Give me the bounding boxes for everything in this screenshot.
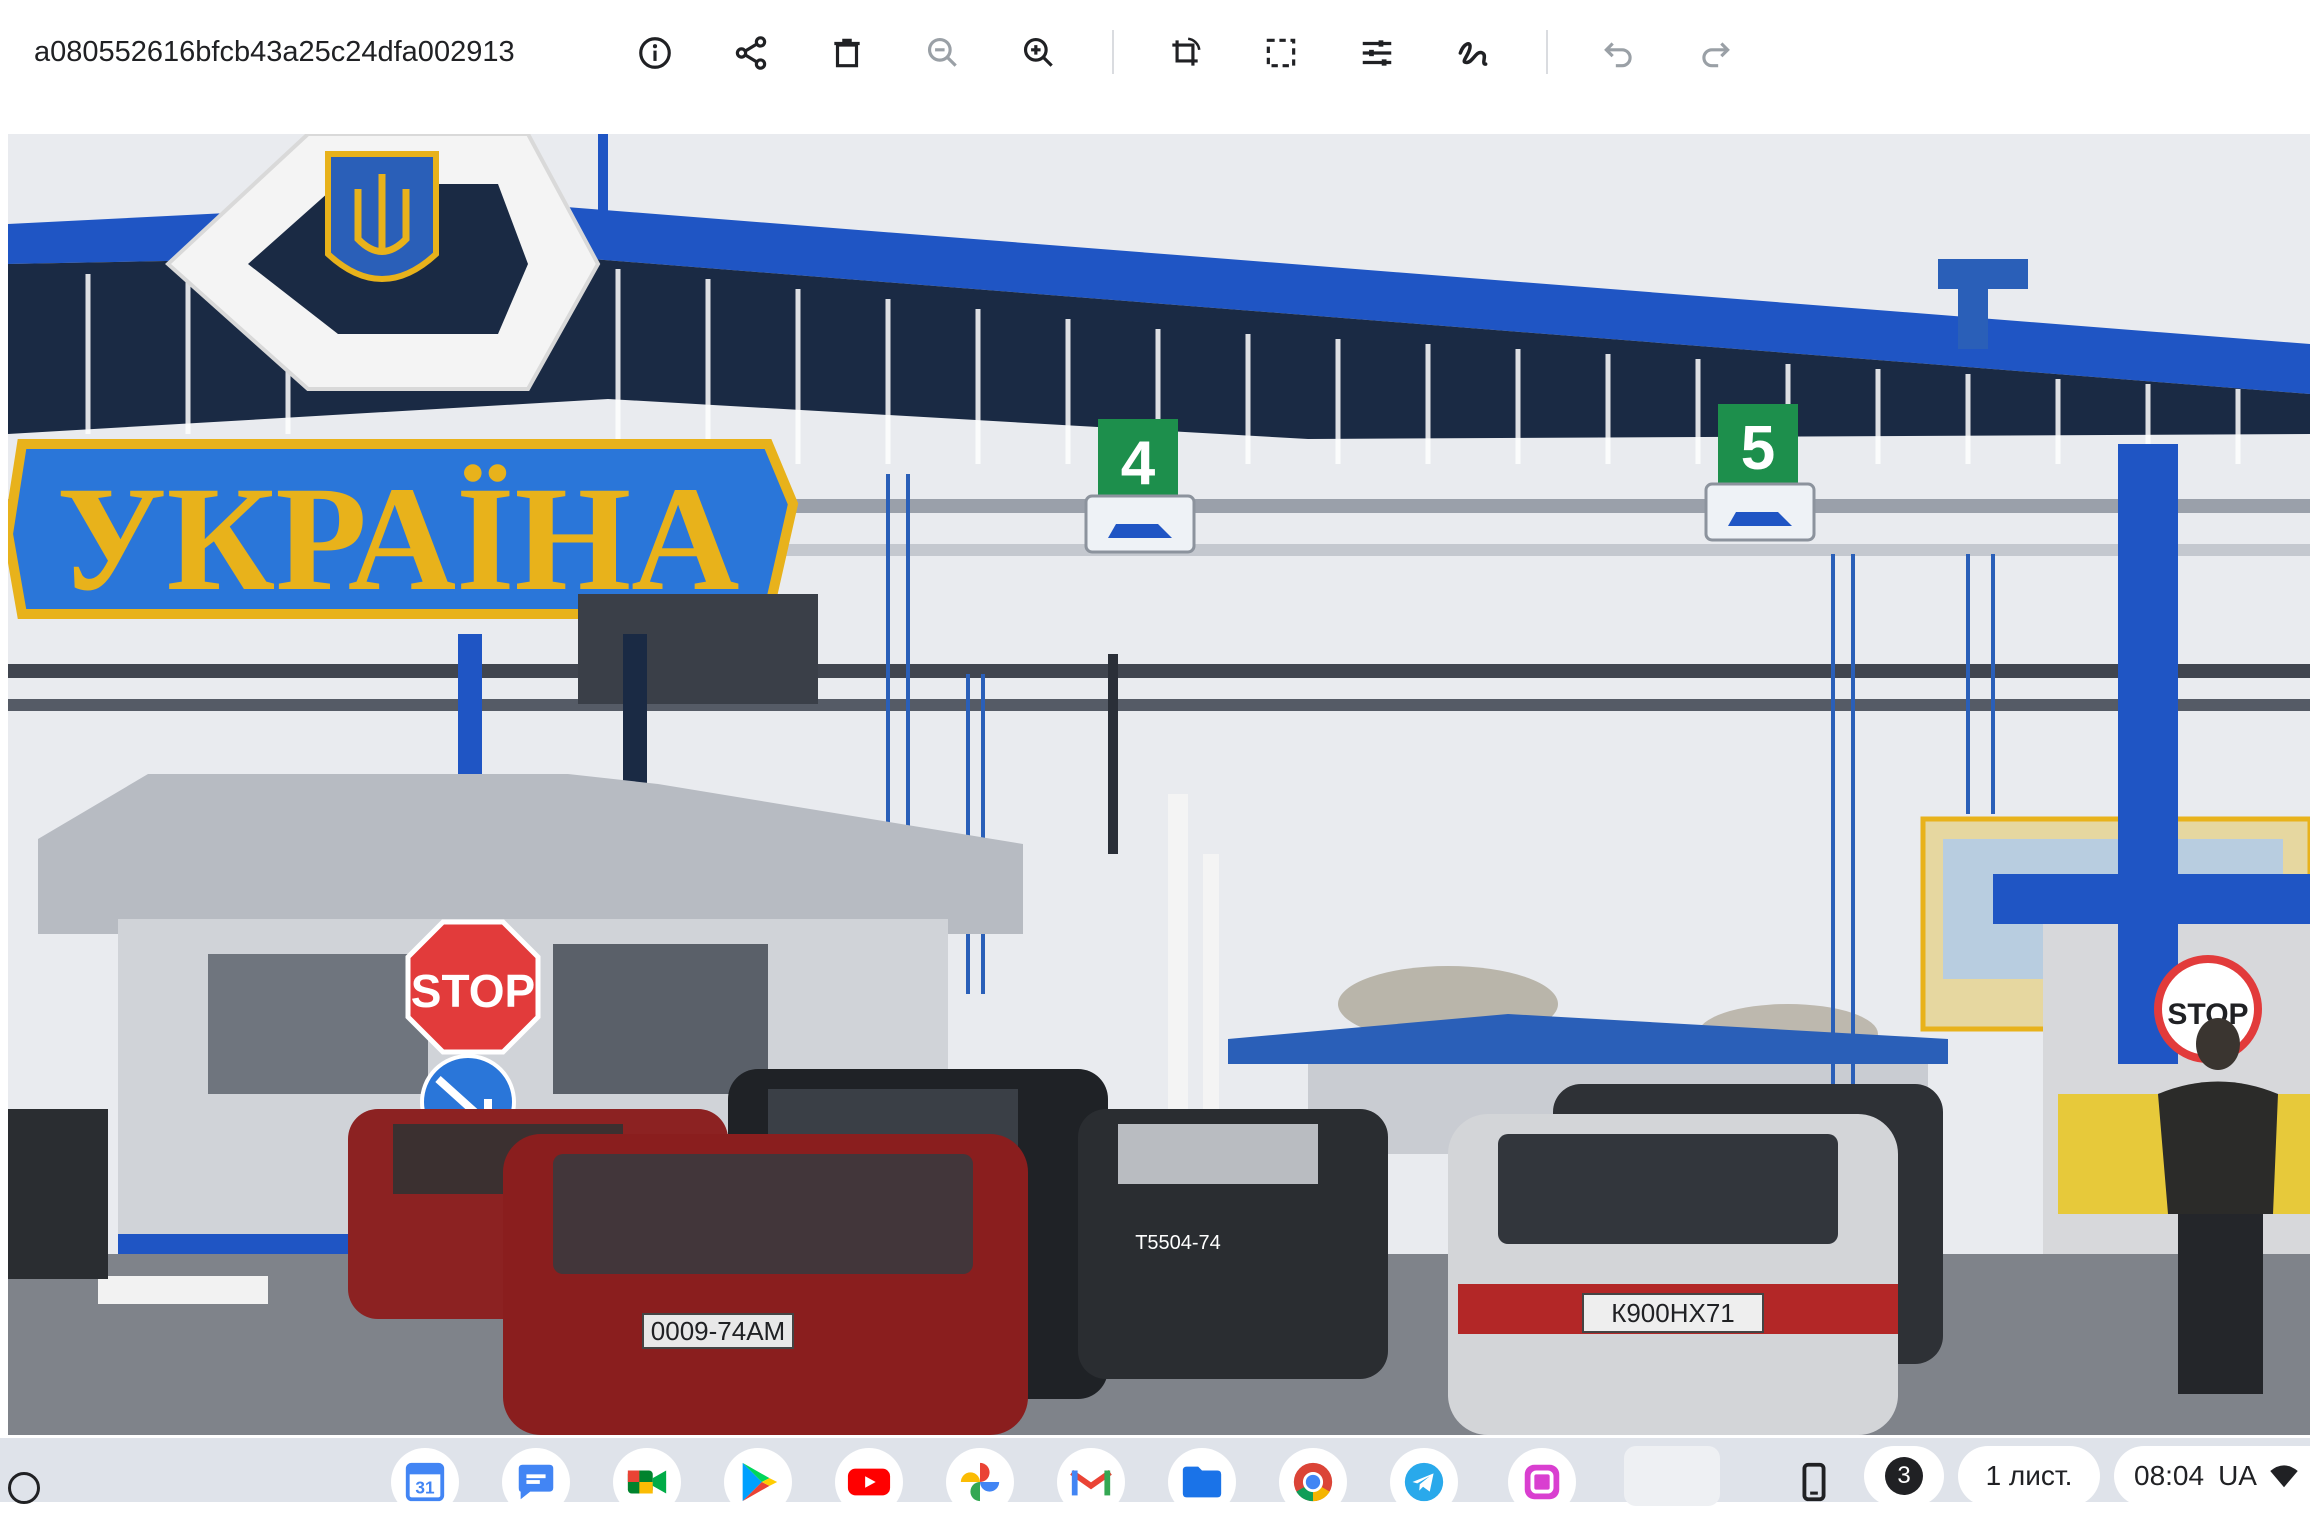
photos-app[interactable] [946, 1448, 1014, 1516]
toolbar-separator [1112, 30, 1114, 74]
markup-button[interactable] [1442, 22, 1504, 84]
telegram-app-icon [1404, 1462, 1444, 1502]
keyboard-layout-indicator[interactable]: 1 лист. [1958, 1446, 2100, 1506]
delete-icon [834, 38, 860, 68]
notification-counter[interactable]: 3 [1864, 1446, 1944, 1506]
chrome-app-icon [1293, 1462, 1333, 1502]
undo-button[interactable] [1588, 22, 1650, 84]
screenshot-app[interactable] [1508, 1448, 1576, 1516]
phone-hub-button[interactable] [1780, 1448, 1848, 1516]
launcher-button[interactable] [8, 1472, 40, 1504]
notification-count: 3 [1885, 1457, 1923, 1495]
youtube-app[interactable] [835, 1448, 903, 1516]
telegram-app[interactable] [1390, 1448, 1458, 1516]
phone-icon [1802, 1462, 1826, 1502]
play-store-app[interactable] [724, 1448, 792, 1516]
rotate-button[interactable] [1154, 22, 1216, 84]
system-tray[interactable]: 08:04 UA [2114, 1446, 2310, 1506]
photos-app-icon [960, 1462, 1000, 1502]
messages-app[interactable] [502, 1448, 570, 1516]
messages-app-icon [518, 1464, 554, 1500]
info-button[interactable] [624, 22, 686, 84]
chrome-app[interactable] [1279, 1448, 1347, 1516]
lane-4-number: 4 [1121, 429, 1156, 498]
input-language: UA [2218, 1460, 2257, 1491]
adjust-button[interactable] [1346, 22, 1408, 84]
crop-icon [1266, 38, 1296, 68]
gmail-app[interactable] [1057, 1448, 1125, 1516]
share-button[interactable] [720, 22, 782, 84]
calendar-app-icon: 31 [405, 1462, 445, 1502]
info-icon [639, 37, 671, 69]
crop-button[interactable] [1250, 22, 1312, 84]
gmail-app-icon [1070, 1468, 1112, 1496]
share-icon [735, 36, 767, 70]
delete-button[interactable] [816, 22, 878, 84]
tote-thumbnail[interactable] [1624, 1446, 1720, 1506]
redo-icon [1702, 42, 1730, 68]
lane-5-number: 5 [1741, 414, 1775, 483]
zoom-out-button[interactable] [912, 22, 974, 84]
border-crossing-photo: УКРАЇНА 4 5 STOP STOP Т5504-74 0009-74AM… [8, 134, 2310, 1435]
plate-2: К900НХ71 [1611, 1298, 1735, 1328]
stop-sign-text: STOP [411, 965, 535, 1017]
toolbar-separator-2 [1546, 30, 1548, 74]
screenshot-app-icon [1524, 1464, 1560, 1500]
markup-icon [1458, 42, 1488, 66]
undo-icon [1604, 42, 1632, 68]
wifi-icon [2270, 1465, 2298, 1488]
zoom-out-icon [927, 37, 957, 67]
plate-3: Т5504-74 [1135, 1232, 1221, 1254]
plate-1: 0009-74AM [651, 1316, 785, 1346]
files-app-icon [1182, 1466, 1222, 1498]
file-name: a080552616bfcb43a25c24dfa002913 [34, 36, 515, 68]
keyboard-layout-label: 1 лист. [1985, 1460, 2073, 1491]
calendar-app[interactable]: 31 [391, 1448, 459, 1516]
photo-canvas[interactable]: УКРАЇНА 4 5 STOP STOP Т5504-74 0009-74AM… [8, 134, 2310, 1435]
play-store-app-icon [742, 1462, 778, 1502]
calendar-day: 31 [415, 1478, 435, 1498]
adjust-icon [1362, 40, 1392, 66]
zoom-in-icon [1023, 37, 1053, 67]
meet-app-icon [627, 1470, 667, 1494]
files-app[interactable] [1168, 1448, 1236, 1516]
rotate-crop-icon [1172, 37, 1201, 66]
zoom-in-button[interactable] [1008, 22, 1070, 84]
image-viewer-toolbar: a080552616bfcb43a25c24dfa002913 [0, 0, 2310, 128]
youtube-app-icon [847, 1468, 891, 1496]
meet-app[interactable] [613, 1448, 681, 1516]
redo-button[interactable] [1684, 22, 1746, 84]
clock-time: 08:04 [2134, 1460, 2205, 1491]
